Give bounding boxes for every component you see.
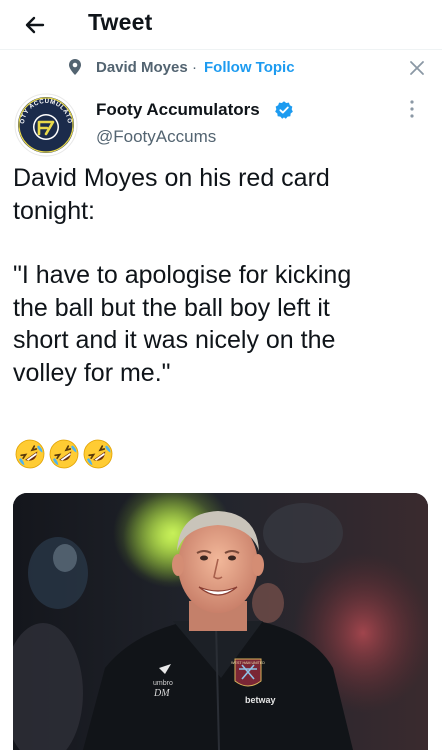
tweet-text-line: tonight: <box>13 196 96 225</box>
topic-context-row: David Moyes · Follow Topic <box>0 56 442 80</box>
laughing-emoji-icon <box>83 439 113 469</box>
author-handle[interactable]: @FootyAccums <box>96 127 216 147</box>
emoji-row <box>14 438 114 472</box>
laughing-emoji-icon <box>15 439 45 469</box>
verified-badge-icon <box>275 101 293 119</box>
close-icon[interactable] <box>408 59 426 77</box>
author-name[interactable]: Footy Accumulators <box>96 100 260 120</box>
paragraph-break <box>13 227 433 259</box>
tweet-media-photo[interactable]: umbro DM WEST HAM UNITED betway <box>13 493 428 750</box>
tweet-text-line: volley for me." <box>13 358 171 387</box>
top-app-bar: Tweet <box>0 0 442 50</box>
avatar[interactable]: FOOTY ACCUMULATORS <box>10 87 79 158</box>
svg-text:betway: betway <box>245 695 276 705</box>
svg-text:WEST HAM UNITED: WEST HAM UNITED <box>231 661 265 665</box>
tweet-body: David Moyes on his red card tonight: "I … <box>13 162 433 389</box>
tweet-text-line: "I have to apologise for kicking <box>13 261 352 289</box>
back-arrow-icon[interactable] <box>18 8 52 42</box>
svg-text:umbro: umbro <box>153 680 173 687</box>
follow-topic-link[interactable]: Follow Topic <box>204 59 295 76</box>
topic-name[interactable]: David Moyes <box>96 59 188 76</box>
tweet-text-line: short and it was nicely on the <box>13 326 336 354</box>
location-pin-icon <box>69 59 81 75</box>
laughing-emoji-icon <box>49 439 79 469</box>
svg-text:DM: DM <box>153 688 170 699</box>
topic-separator: · <box>192 59 197 76</box>
more-options-icon[interactable] <box>404 96 420 124</box>
tweet-text-line: David Moyes on his red card <box>13 164 330 192</box>
tweet-text-line: the ball but the ball boy left it <box>13 293 330 322</box>
page-title: Tweet <box>88 9 153 35</box>
